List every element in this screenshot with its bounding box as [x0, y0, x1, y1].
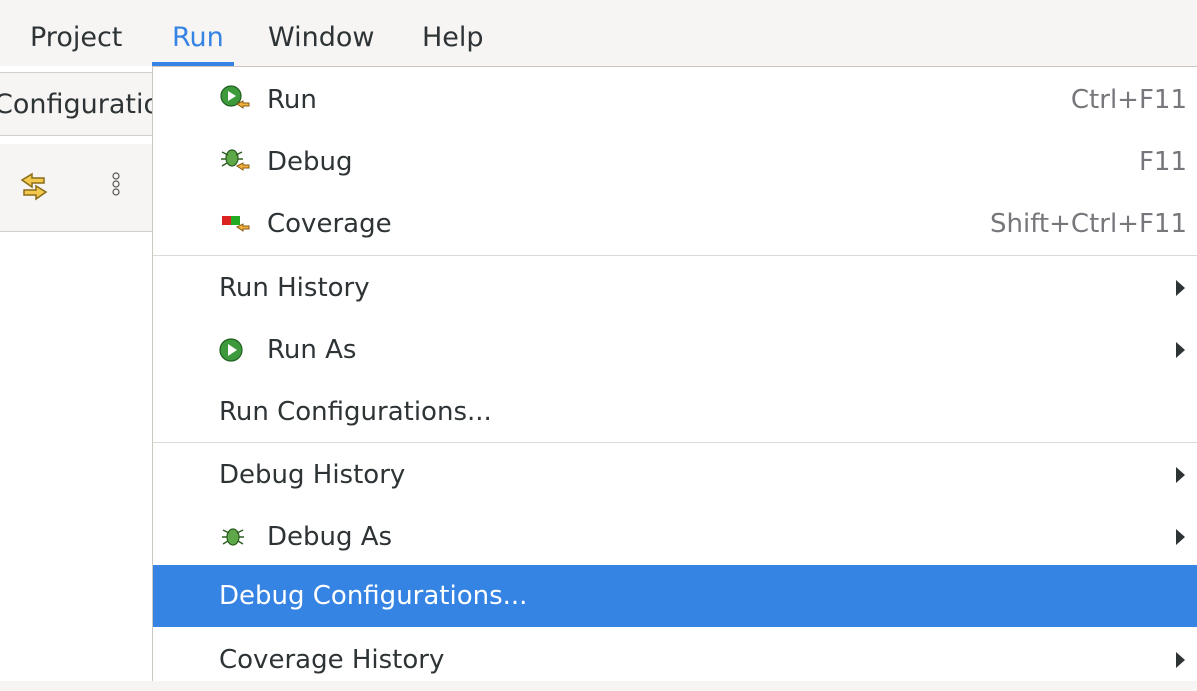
- menu-item-debug-configurations[interactable]: Debug Configurations...: [153, 565, 1197, 627]
- menu-item-label: Coverage: [267, 209, 392, 239]
- view-menu-icon[interactable]: [100, 164, 140, 208]
- menu-item-label: Coverage History: [219, 645, 445, 675]
- menu-item-run[interactable]: Run Ctrl+F11: [153, 69, 1197, 131]
- link-editor-icon[interactable]: [14, 164, 54, 208]
- menu-item-label: Debug Configurations...: [219, 581, 528, 611]
- menu-item-label: Debug As: [267, 522, 393, 552]
- menu-item-coverage[interactable]: Coverage Shift+Ctrl+F11: [153, 193, 1197, 255]
- menu-item-debug-as[interactable]: Debug As: [153, 506, 1197, 568]
- shortcut-text: Ctrl+F11: [1070, 85, 1187, 115]
- view-toolbar: [0, 144, 154, 232]
- menu-item-label: Debug History: [219, 460, 406, 490]
- menu-item-label: Run: [267, 85, 317, 115]
- debug-icon: [219, 146, 253, 178]
- shortcut-text: F11: [1138, 147, 1187, 177]
- debug-as-icon: [219, 521, 253, 553]
- menu-project[interactable]: Project: [30, 18, 122, 58]
- run-icon: [219, 84, 253, 116]
- menu-item-label: Run History: [219, 273, 370, 303]
- menu-item-debug-history[interactable]: Debug History: [153, 444, 1197, 506]
- menu-separator: [153, 255, 1197, 256]
- menu-item-coverage-history[interactable]: Coverage History: [153, 629, 1197, 691]
- menu-item-run-configurations[interactable]: Run Configurations...: [153, 381, 1197, 443]
- submenu-arrow-icon: [1176, 280, 1185, 296]
- coverage-icon: [219, 208, 253, 240]
- submenu-arrow-icon: [1176, 652, 1185, 668]
- menu-item-label: Run As: [267, 335, 357, 365]
- submenu-arrow-icon: [1176, 529, 1185, 545]
- editor-tab-title: Configuratio: [0, 89, 154, 120]
- run-as-icon: [219, 334, 253, 366]
- run-menu: Run Ctrl+F11 Debug F11 Coverage Shift+Ct…: [152, 66, 1197, 681]
- menu-help[interactable]: Help: [422, 18, 484, 58]
- menu-item-debug[interactable]: Debug F11: [153, 131, 1197, 193]
- shortcut-text: Shift+Ctrl+F11: [990, 209, 1187, 239]
- menu-item-label: Run Configurations...: [219, 397, 492, 427]
- menubar: Project Run Window Help: [0, 0, 1197, 66]
- menu-item-label: Debug: [267, 147, 353, 177]
- editor-tab[interactable]: Configuratio: [0, 72, 154, 136]
- menu-item-run-history[interactable]: Run History: [153, 257, 1197, 319]
- submenu-arrow-icon: [1176, 467, 1185, 483]
- submenu-arrow-icon: [1176, 342, 1185, 358]
- menu-run[interactable]: Run: [172, 18, 224, 58]
- menu-separator: [153, 442, 1197, 443]
- menu-item-run-as[interactable]: Run As: [153, 319, 1197, 381]
- menu-window[interactable]: Window: [268, 18, 374, 58]
